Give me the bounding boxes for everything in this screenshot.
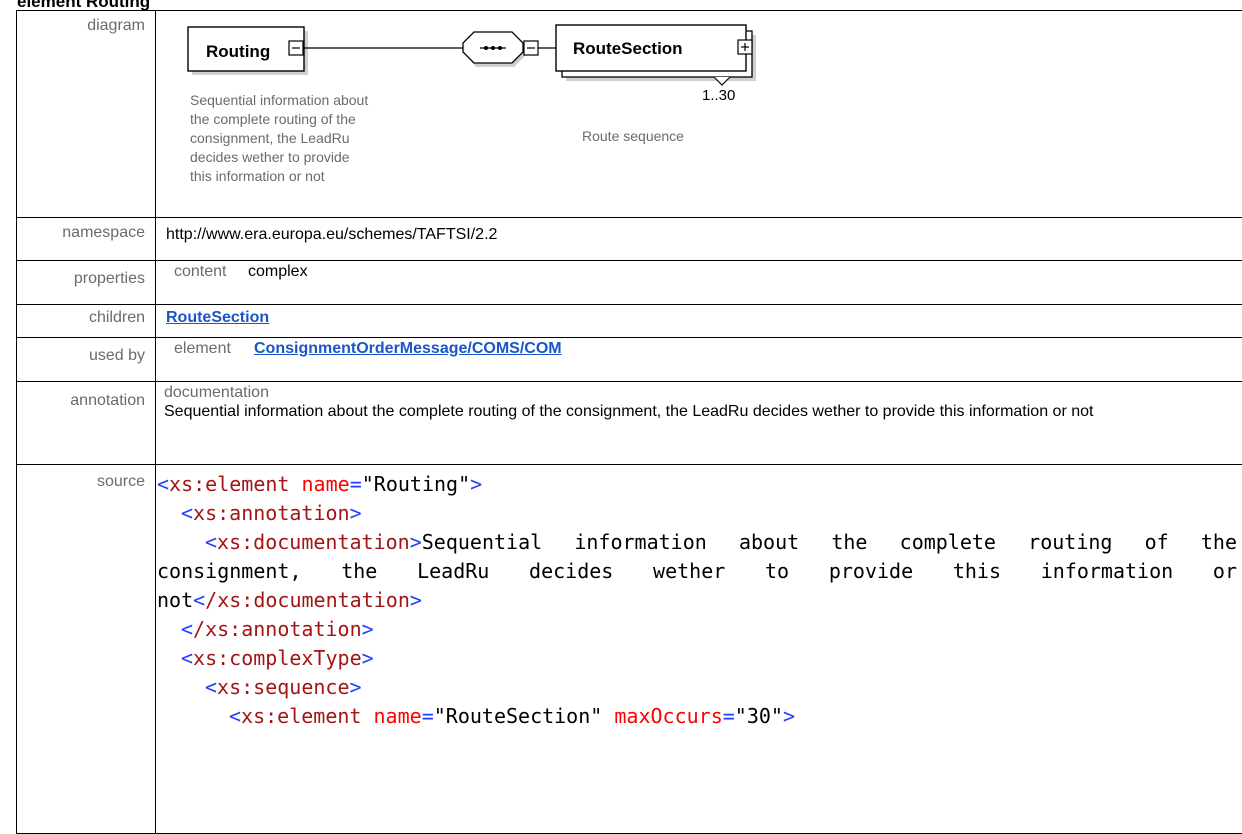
properties-value: complex <box>248 263 308 281</box>
routing-doc: Sequential information about the complet… <box>190 92 368 184</box>
namespace-label: namespace <box>17 218 156 261</box>
source-label: source <box>17 465 156 834</box>
routesection-doc: Route sequence <box>582 128 684 144</box>
svg-text:this information or not: this information or not <box>190 168 325 184</box>
diagram-label: diagram <box>17 11 156 218</box>
schema-diagram: Routing <box>156 11 856 207</box>
diagram-row: diagram Routing <box>17 11 1242 218</box>
annotation-label: annotation <box>17 382 156 465</box>
routing-node[interactable]: Routing <box>188 27 308 75</box>
source-line-5: <xs:complexType> <box>157 644 1237 673</box>
source-line-3: <xs:documentation>Sequential information… <box>157 528 1237 615</box>
sequence-compositor[interactable] <box>463 32 538 67</box>
source-code: <xs:element name="Routing"> <xs:annotati… <box>156 465 1242 731</box>
annotation-cell: documentation Sequential information abo… <box>156 382 1242 465</box>
properties-key: content <box>174 263 248 281</box>
routing-node-label: Routing <box>206 42 270 61</box>
usedby-key: element <box>174 340 254 358</box>
source-line-2: <xs:annotation> <box>157 499 1237 528</box>
usedby-cell: elementConsignmentOrderMessage/COMS/COM <box>156 338 1242 382</box>
annotation-row: annotation documentation Sequential info… <box>17 382 1242 465</box>
child-link-routesection[interactable]: RouteSection <box>166 309 269 326</box>
routesection-node[interactable]: RouteSection <box>556 25 756 85</box>
annotation-text: Sequential information about the complet… <box>164 402 1242 421</box>
source-line-6: <xs:sequence> <box>157 673 1237 702</box>
svg-text:decides wether to provide: decides wether to provide <box>190 149 350 165</box>
source-cell: <xs:element name="Routing"> <xs:annotati… <box>156 465 1242 834</box>
sequence-dot-icon <box>484 46 488 50</box>
svg-text:consignment, the LeadRu: consignment, the LeadRu <box>190 130 350 146</box>
svg-text:the complete routing of the: the complete routing of the <box>190 111 356 127</box>
routesection-node-label: RouteSection <box>573 39 683 58</box>
usedby-row: used by elementConsignmentOrderMessage/C… <box>17 338 1242 382</box>
occurrence-label: 1..30 <box>702 87 735 104</box>
children-row: children RouteSection <box>17 305 1242 338</box>
namespace-value: http://www.era.europa.eu/schemes/TAFTSI/… <box>156 218 1242 261</box>
children-cell: RouteSection <box>156 305 1242 338</box>
source-line-4: </xs:annotation> <box>157 615 1237 644</box>
source-row: source <xs:element name="Routing"> <xs:a… <box>17 465 1242 834</box>
source-line-7: <xs:element name="RouteSection" maxOccur… <box>157 702 1237 731</box>
element-doc-table: diagram Routing <box>16 10 1242 834</box>
usedby-label: used by <box>17 338 156 382</box>
annotation-title: documentation <box>164 384 1242 402</box>
children-label: children <box>17 305 156 338</box>
source-line-1: <xs:element name="Routing"> <box>157 470 1237 499</box>
svg-text:Sequential information about: Sequential information about <box>190 92 368 108</box>
diagram-cell: Routing <box>156 11 1242 218</box>
properties-label: properties <box>17 261 156 305</box>
properties-row: properties contentcomplex <box>17 261 1242 305</box>
usedby-link[interactable]: ConsignmentOrderMessage/COMS/COM <box>254 340 562 357</box>
namespace-row: namespace http://www.era.europa.eu/schem… <box>17 218 1242 261</box>
properties-cell: contentcomplex <box>156 261 1242 305</box>
